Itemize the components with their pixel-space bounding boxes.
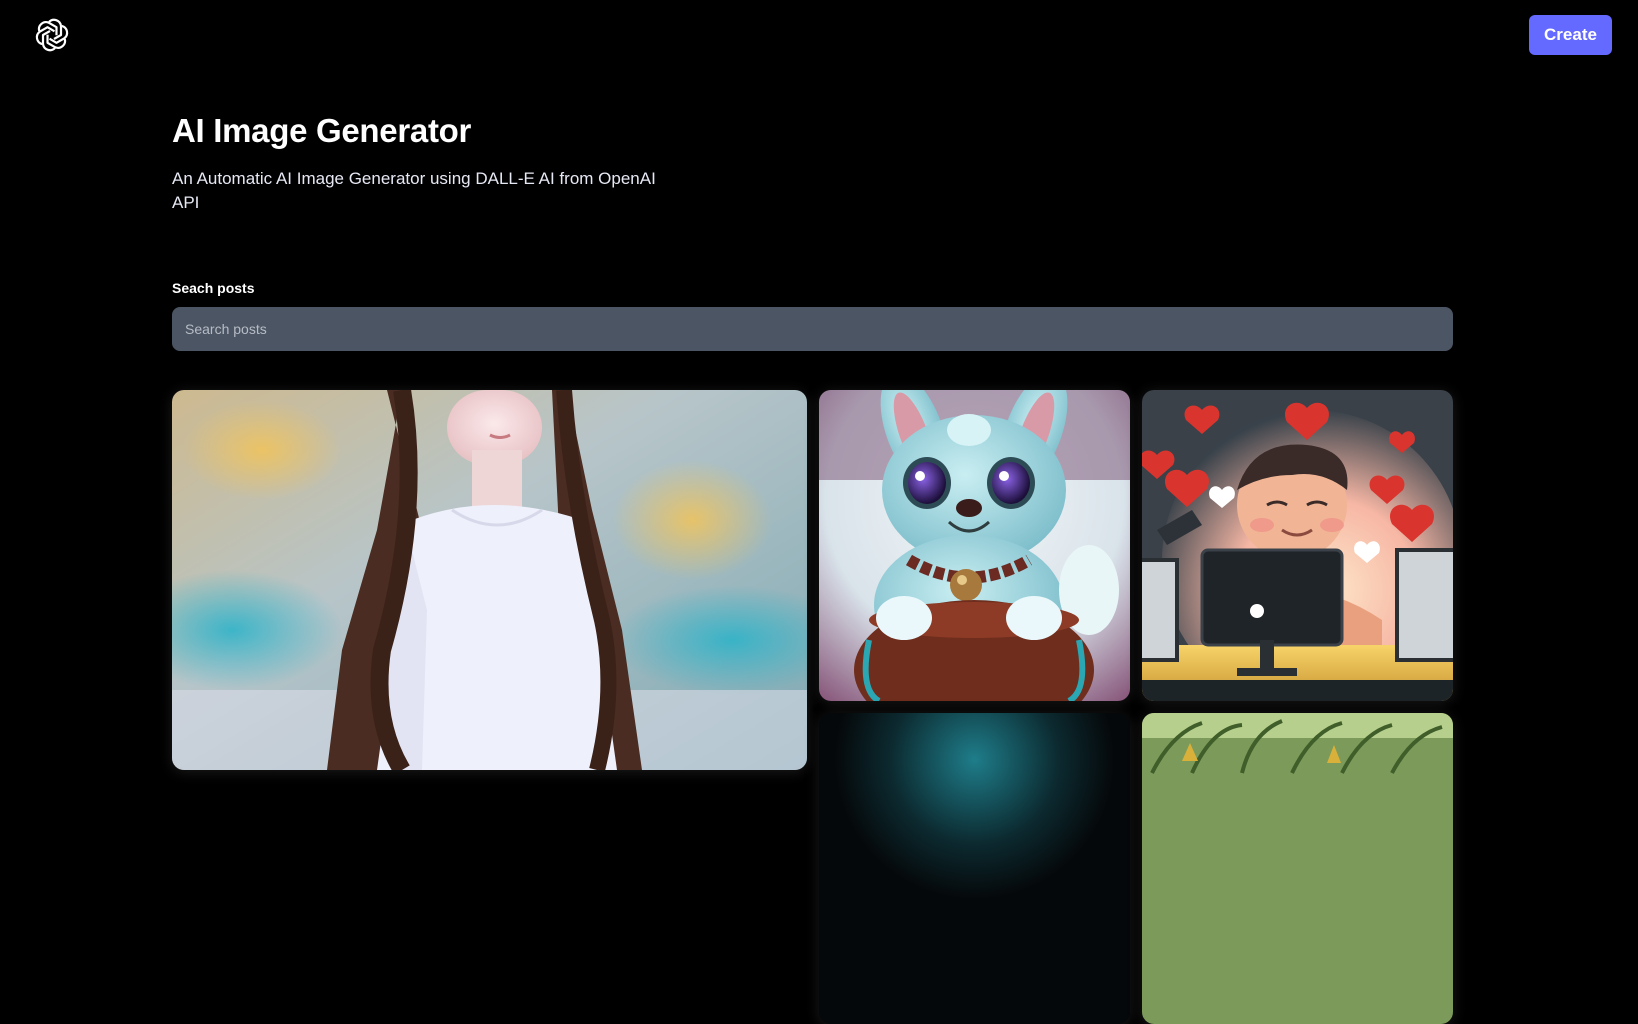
dark-teal-image — [819, 713, 1130, 1024]
man-with-hearts-computer-image — [1142, 390, 1453, 701]
gallery-card[interactable] — [819, 713, 1130, 1024]
create-button[interactable]: Create — [1529, 15, 1612, 55]
gallery-card[interactable] — [172, 390, 807, 770]
search-label: Seach posts — [172, 280, 255, 296]
gallery-card[interactable] — [1142, 713, 1453, 1024]
cornfield-image — [1142, 713, 1453, 1024]
openai-logo-icon[interactable] — [34, 17, 70, 53]
navbar: Create — [0, 0, 1638, 70]
page-subtitle: An Automatic AI Image Generator using DA… — [172, 169, 656, 212]
page-title: AI Image Generator — [172, 112, 472, 149]
search-input[interactable] — [172, 307, 1453, 351]
cartoon-bunny-image — [819, 390, 1130, 701]
gallery-card[interactable] — [1142, 390, 1453, 701]
woman-portrait-image — [172, 390, 807, 770]
gallery-card[interactable] — [819, 390, 1130, 701]
